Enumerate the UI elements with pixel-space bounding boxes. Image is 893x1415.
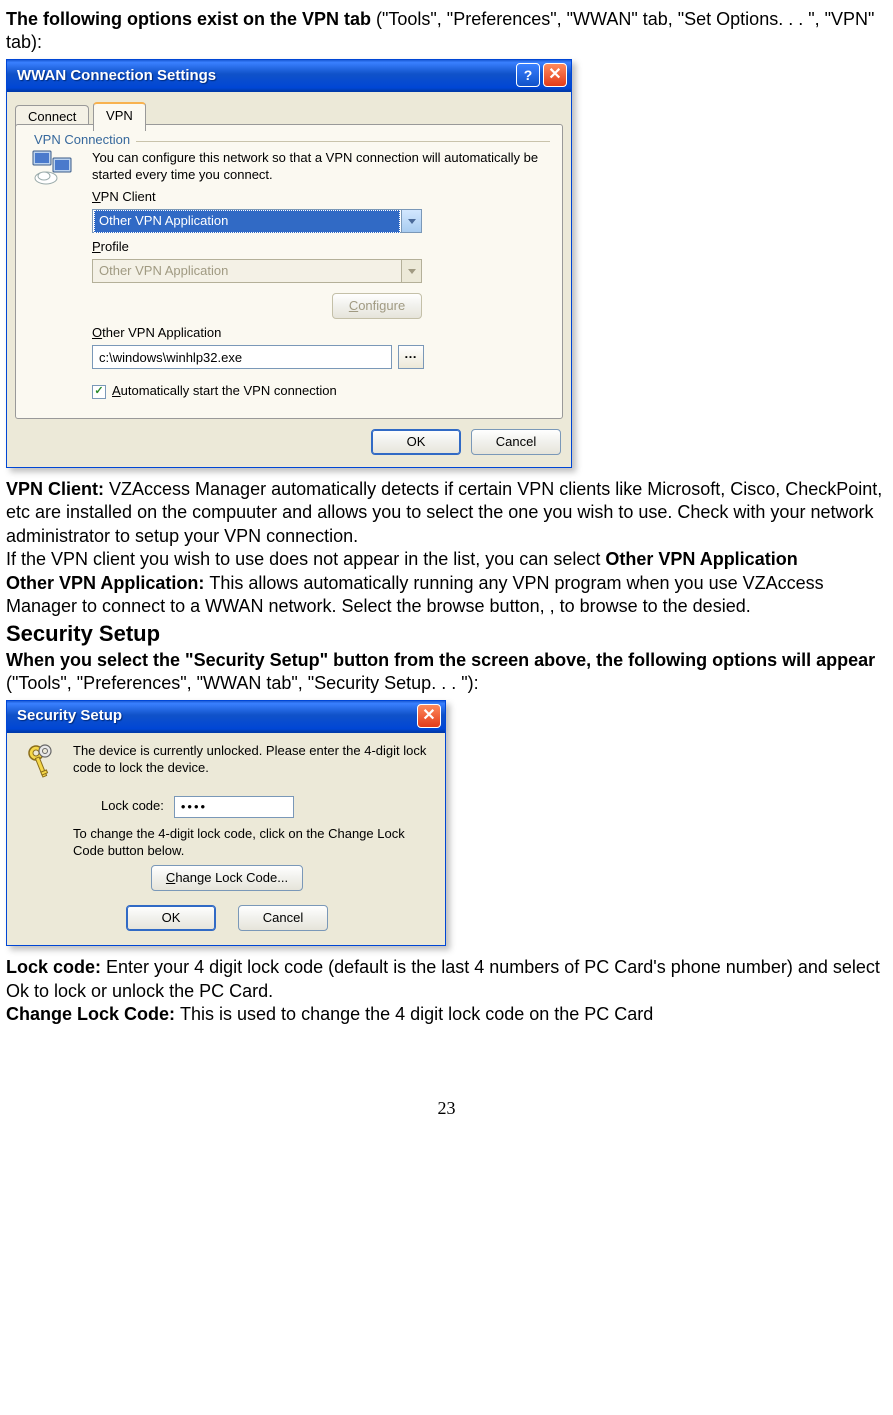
wwan-dialog-figure: WWAN Connection Settings Connect VPN VPN…: [6, 59, 572, 468]
other-vpn-lead: Other VPN Application:: [6, 573, 209, 593]
ok-button[interactable]: OK: [126, 905, 216, 931]
sec-intro-rest: ("Tools", "Preferences", "WWAN tab", "Se…: [6, 673, 479, 693]
other-vpn-app-label: Other VPN Application: [92, 325, 546, 342]
change-lock-code-button[interactable]: Change Lock Code...: [151, 865, 303, 891]
autostart-label: Automatically start the VPN connection: [112, 383, 337, 400]
wwan-titlebar: WWAN Connection Settings: [7, 60, 571, 92]
lock-code-paragraph: Lock code: Enter your 4 digit lock code …: [6, 956, 887, 1003]
autostart-checkbox[interactable]: [92, 385, 106, 399]
chevron-down-icon[interactable]: [401, 210, 421, 232]
change-lock-paragraph: Change Lock Code: This is used to change…: [6, 1003, 887, 1026]
other-vpn-paragraph: Other VPN Application: This allows autom…: [6, 572, 887, 619]
wwan-title: WWAN Connection Settings: [17, 66, 513, 86]
configure-button: Configure: [332, 293, 422, 319]
sec-line2: To change the 4-digit lock code, click o…: [73, 826, 429, 860]
vpn-tabpanel: VPN Connection You c: [15, 124, 563, 419]
ok-button[interactable]: OK: [371, 429, 461, 455]
other-list-bold: Other VPN Application: [605, 549, 797, 569]
close-icon[interactable]: [543, 63, 567, 87]
intro-bold: The following options exist on the VPN t…: [6, 9, 376, 29]
groupbox-vpn-connection-label: VPN Connection: [28, 132, 136, 149]
security-title: Security Setup: [17, 706, 414, 726]
sec-intro-bold: When you select the "Security Setup" but…: [6, 650, 875, 670]
change-lock-lead: Change Lock Code:: [6, 1004, 180, 1024]
tab-vpn[interactable]: VPN: [93, 102, 146, 131]
chevron-down-icon: [401, 260, 421, 282]
vpn-client-paragraph: VPN Client: VZAccess Manager automatical…: [6, 478, 887, 548]
tabstrip: Connect VPN: [15, 96, 567, 126]
cancel-button[interactable]: Cancel: [238, 905, 328, 931]
security-intro-paragraph: When you select the "Security Setup" but…: [6, 649, 887, 696]
sec-line1: The device is currently unlocked. Please…: [73, 743, 429, 777]
change-lock-code-label: Change Lock Code...: [166, 870, 288, 887]
vpn-client-lead: VPN Client:: [6, 479, 109, 499]
browse-button[interactable]: [398, 345, 424, 369]
close-icon[interactable]: [417, 704, 441, 728]
lock-code-input[interactable]: ••••: [174, 796, 294, 818]
intro-paragraph: The following options exist on the VPN t…: [6, 8, 887, 55]
help-icon[interactable]: [516, 63, 540, 87]
security-window: Security Setup The device is currently u…: [6, 700, 446, 947]
profile-combo: Other VPN Application: [92, 259, 422, 283]
lock-code-text: Enter your 4 digit lock code (default is…: [6, 957, 880, 1000]
lock-code-label: Lock code:: [101, 798, 164, 815]
other-vpn-path-value[interactable]: [93, 348, 391, 367]
page-number: 23: [6, 1097, 887, 1120]
change-lock-text: This is used to change the 4 digit lock …: [180, 1004, 653, 1024]
other-list-paragraph: If the VPN client you wish to use does n…: [6, 548, 887, 571]
cancel-button[interactable]: Cancel: [471, 429, 561, 455]
vpn-client-text: VZAccess Manager automatically detects i…: [6, 479, 882, 546]
network-connection-icon: [32, 150, 76, 186]
security-dialog-figure: Security Setup The device is currently u…: [6, 700, 446, 947]
vpn-client-value: Other VPN Application: [94, 210, 400, 233]
profile-label: Profile: [92, 239, 546, 256]
other-vpn-path-input[interactable]: [92, 345, 392, 369]
lock-code-lead: Lock code:: [6, 957, 106, 977]
configure-label: Configure: [349, 298, 405, 315]
vpn-client-combo[interactable]: Other VPN Application: [92, 209, 422, 233]
profile-value: Other VPN Application: [93, 261, 401, 282]
wwan-window: WWAN Connection Settings Connect VPN VPN…: [6, 59, 572, 468]
security-titlebar: Security Setup: [7, 701, 445, 733]
vpn-client-label: VPN Client: [92, 189, 546, 206]
keys-icon: [25, 743, 59, 788]
security-setup-heading: Security Setup: [6, 620, 887, 649]
other-list-text: If the VPN client you wish to use does n…: [6, 549, 605, 569]
vpn-description: You can configure this network so that a…: [92, 150, 546, 184]
